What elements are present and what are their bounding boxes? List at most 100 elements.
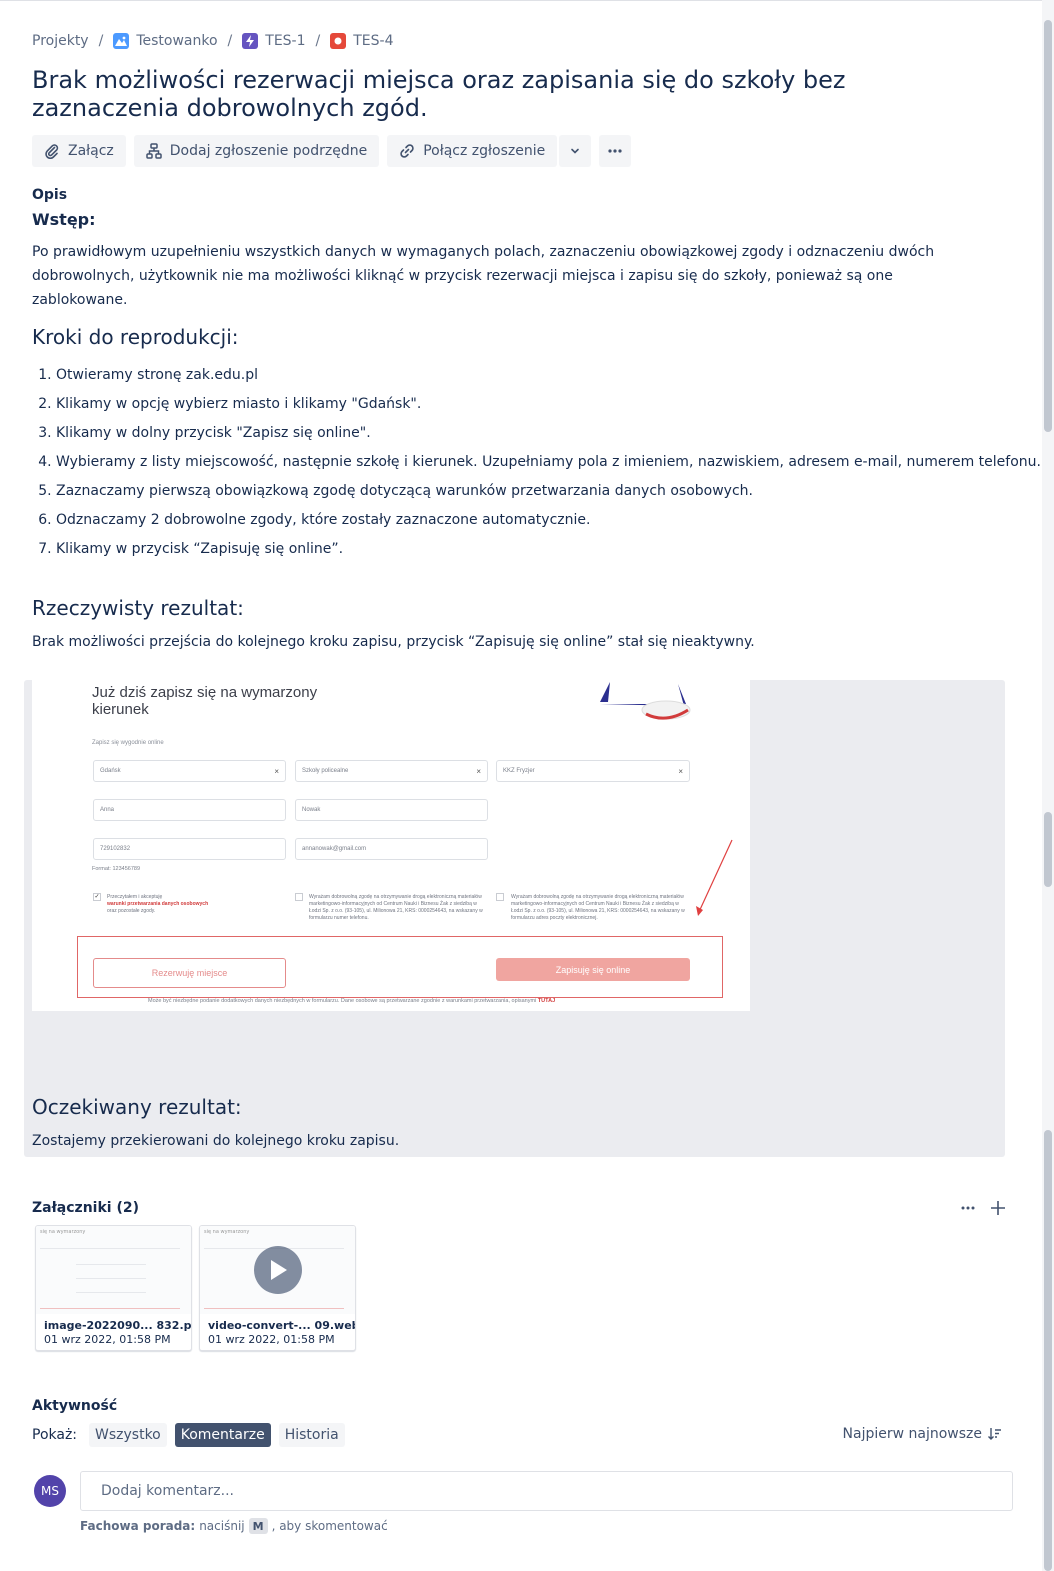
school-select[interactable]: Szkoły policealne × bbox=[295, 760, 488, 782]
attachment-card[interactable]: się na wymarzony image-2022090... 832.pn… bbox=[35, 1225, 192, 1351]
breadcrumb-issue[interactable]: TES-4 bbox=[330, 33, 393, 49]
sort-button[interactable]: Najpierw najnowsze bbox=[843, 1426, 1002, 1442]
phone-format-hint: Format: 123456789 bbox=[92, 866, 141, 872]
thumbnail-line bbox=[204, 1308, 344, 1309]
course-value: KKZ Fryzjer bbox=[503, 768, 535, 774]
activity-title: Aktywność bbox=[32, 1398, 118, 1414]
consent-email-checkbox[interactable] bbox=[496, 893, 504, 901]
project-icon bbox=[113, 33, 130, 49]
breadcrumb-separator: / bbox=[315, 33, 321, 49]
clear-icon[interactable]: × bbox=[476, 767, 481, 776]
breadcrumb-separator: / bbox=[227, 33, 233, 49]
comment-input[interactable]: Dodaj komentarz... bbox=[80, 1471, 1013, 1511]
steps-list: Otwieramy stronę zak.edu.pl Klikamy w op… bbox=[56, 361, 1041, 564]
issue-toolbar: Załącz Dodaj zgłoszenie podrzędne Połącz… bbox=[32, 135, 632, 167]
expected-result-text: Zostajemy przekierowani do kolejnego kro… bbox=[32, 1133, 400, 1149]
add-child-issue-label: Dodaj zgłoszenie podrzędne bbox=[169, 143, 368, 159]
play-icon bbox=[271, 1260, 287, 1280]
red-arrow-annotation bbox=[696, 839, 733, 916]
attachment-card[interactable]: się na wymarzony video-convert-... 09.we… bbox=[199, 1225, 356, 1351]
embedded-screenshot[interactable]: Już dziś zapisz się na wymarzony kierune… bbox=[32, 680, 750, 1011]
link-issue-group: Połącz zgłoszenie bbox=[387, 135, 592, 167]
consent-required-link[interactable]: warunki przetwarzania danych osobowych bbox=[107, 901, 208, 907]
attachment-thumbnail: się na wymarzony bbox=[200, 1226, 355, 1314]
more-icon[interactable] bbox=[960, 1198, 976, 1218]
activity-filters: Pokaż: Wszystko Komentarze Historia bbox=[32, 1423, 345, 1447]
phone-value: 729102832 bbox=[100, 846, 131, 852]
clear-icon[interactable]: × bbox=[274, 767, 279, 776]
footnote-link[interactable]: TUTAJ bbox=[538, 998, 555, 1004]
attachment-date: 01 wrz 2022, 01:58 PM bbox=[208, 1333, 335, 1346]
clear-icon[interactable]: × bbox=[678, 767, 683, 776]
email-value: annanowak@gmail.com bbox=[302, 846, 367, 852]
signup-online-button[interactable]: Zapisuję się online bbox=[496, 958, 690, 981]
step-item: Klikamy w dolny przycisk "Zapisz się onl… bbox=[56, 419, 1041, 448]
show-label: Pokaż: bbox=[32, 1427, 78, 1443]
breadcrumb-projects[interactable]: Projekty bbox=[32, 33, 89, 49]
thumbnail-line bbox=[40, 1248, 180, 1249]
link-issue-dropdown[interactable] bbox=[559, 135, 592, 167]
actual-result-heading: Rzeczywisty rezultat: bbox=[32, 596, 244, 620]
school-value: Szkoły policealne bbox=[302, 768, 349, 774]
link-issue-button[interactable]: Połącz zgłoszenie bbox=[387, 135, 558, 167]
attach-button[interactable]: Załącz bbox=[32, 135, 126, 167]
screenshot-footnote: Może być niezbędne podanie dodatkowych d… bbox=[148, 998, 555, 1004]
chevron-down-icon bbox=[571, 148, 580, 154]
breadcrumb-epic-label: TES-1 bbox=[265, 33, 306, 49]
city-value: Gdańsk bbox=[100, 768, 121, 774]
intro-heading: Wstęp: bbox=[32, 210, 96, 229]
attachments-actions bbox=[960, 1198, 1006, 1218]
scroll-thumb-1[interactable] bbox=[1044, 20, 1052, 432]
expected-result-heading: Oczekiwany rezultat: bbox=[32, 1095, 242, 1119]
thumbnail-text: się na wymarzony bbox=[204, 1229, 250, 1235]
scrollbar[interactable] bbox=[1042, 0, 1054, 1571]
add-child-issue-button[interactable]: Dodaj zgłoszenie podrzędne bbox=[133, 135, 380, 167]
course-select[interactable]: KKZ Fryzjer × bbox=[496, 760, 690, 782]
consent-phone-checkbox[interactable] bbox=[295, 893, 303, 901]
avatar[interactable]: MS bbox=[34, 1475, 66, 1507]
phone-field[interactable]: 729102832 bbox=[93, 838, 286, 860]
attachments-title: Załączniki (2) bbox=[32, 1200, 139, 1216]
actual-result-text: Brak możliwości przejścia do kolejnego k… bbox=[32, 634, 755, 650]
filter-comments[interactable]: Komentarze bbox=[174, 1423, 271, 1447]
last-name-value: Nowak bbox=[302, 807, 321, 813]
screenshot-heading: Już dziś zapisz się na wymarzony kierune… bbox=[92, 684, 318, 718]
steps-heading: Kroki do reprodukcji: bbox=[32, 325, 239, 349]
step-item: Odznaczamy 2 dobrowolne zgody, które zos… bbox=[56, 506, 1041, 535]
city-select[interactable]: Gdańsk × bbox=[93, 760, 286, 782]
breadcrumb-issue-label: TES-4 bbox=[353, 33, 394, 49]
play-button[interactable] bbox=[254, 1246, 302, 1294]
sort-label: Najpierw najnowsze bbox=[842, 1426, 982, 1442]
bug-icon bbox=[330, 33, 347, 49]
consent-required-text: Przeczytałem i akceptuję warunki przetwa… bbox=[107, 894, 257, 915]
scroll-thumb-2[interactable] bbox=[1044, 812, 1052, 887]
attach-button-label: Załącz bbox=[68, 143, 114, 159]
step-item: Klikamy w przycisk “Zapisuję się online”… bbox=[56, 535, 1041, 564]
last-name-field[interactable]: Nowak bbox=[295, 799, 488, 821]
plus-icon[interactable] bbox=[990, 1198, 1006, 1218]
description-label: Opis bbox=[32, 187, 68, 203]
consent-required-b: oraz pozostałe zgody. bbox=[107, 908, 156, 914]
top-border bbox=[0, 0, 1054, 1]
hierarchy-icon bbox=[146, 143, 162, 159]
filter-all[interactable]: Wszystko bbox=[89, 1423, 167, 1447]
reserve-place-button[interactable]: Rezerwuję miejsce bbox=[93, 958, 286, 988]
thumbnail-line bbox=[76, 1264, 146, 1265]
step-item: Wybieramy z listy miejscowość, następnie… bbox=[56, 448, 1041, 477]
breadcrumb-project[interactable]: Testowanko bbox=[113, 33, 218, 49]
thumbnail-line bbox=[76, 1278, 146, 1279]
issue-title[interactable]: Brak możliwości rezerwacji miejsca oraz … bbox=[32, 66, 952, 122]
link-issue-label: Połącz zgłoszenie bbox=[423, 143, 546, 159]
attachment-date: 01 wrz 2022, 01:58 PM bbox=[44, 1333, 171, 1346]
scroll-thumb-3[interactable] bbox=[1044, 1130, 1052, 1571]
thumbnail-line bbox=[40, 1308, 180, 1309]
first-name-field[interactable]: Anna bbox=[93, 799, 286, 821]
email-field[interactable]: annanowak@gmail.com bbox=[295, 838, 488, 860]
more-actions-button[interactable] bbox=[599, 135, 632, 167]
breadcrumb-epic[interactable]: TES-1 bbox=[242, 33, 306, 49]
paperclip-icon bbox=[45, 144, 59, 159]
consent-required-checkbox[interactable]: ✓ bbox=[93, 893, 101, 901]
breadcrumb: Projekty / Testowanko / TES-1 / TES-4 bbox=[32, 31, 393, 51]
consent-required-a: Przeczytałem i akceptuję bbox=[107, 894, 163, 900]
filter-history[interactable]: Historia bbox=[278, 1423, 345, 1447]
